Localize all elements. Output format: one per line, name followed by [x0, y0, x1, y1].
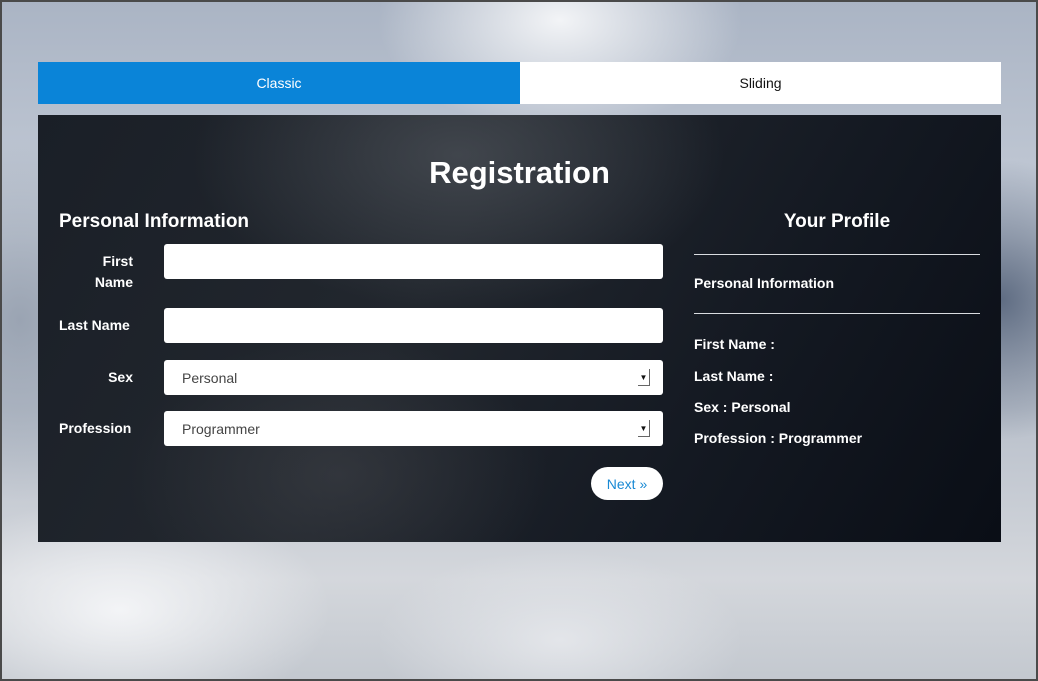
- personal-info-heading: Personal Information: [59, 211, 250, 232]
- profile-profession: Profession : Programmer: [694, 430, 863, 446]
- dropdown-arrow-icon: ▼: [638, 420, 650, 437]
- registration-panel: Registration Personal Information First …: [38, 115, 1001, 542]
- profession-select-value: Programmer: [182, 420, 260, 437]
- profession-select[interactable]: Programmer ▼: [164, 411, 663, 446]
- first-name-label-line1: First: [102, 253, 133, 269]
- profile-first-name: First Name :: [694, 336, 775, 352]
- last-name-input[interactable]: [164, 308, 663, 343]
- tab-bar: Classic Sliding: [38, 62, 1001, 104]
- first-name-input[interactable]: [164, 244, 663, 279]
- profile-divider: [694, 313, 980, 314]
- sex-label: Sex: [108, 369, 133, 385]
- tab-classic[interactable]: Classic: [38, 62, 520, 104]
- first-name-label-line2: Name: [94, 274, 133, 290]
- tab-sliding[interactable]: Sliding: [520, 62, 1001, 104]
- sex-select[interactable]: Personal ▼: [164, 360, 663, 395]
- dropdown-arrow-icon: ▼: [638, 369, 650, 386]
- first-name-label: First Name: [59, 251, 133, 293]
- last-name-label: Last Name: [59, 317, 130, 333]
- page-title: Registration: [429, 155, 610, 190]
- profile-last-name: Last Name :: [694, 368, 774, 384]
- profile-sex: Sex : Personal: [694, 399, 791, 415]
- sex-select-value: Personal: [182, 369, 238, 386]
- profile-section-heading: Personal Information: [694, 275, 835, 291]
- profession-label: Profession: [59, 420, 132, 436]
- next-button[interactable]: Next »: [591, 467, 663, 500]
- profile-title: Your Profile: [783, 211, 891, 232]
- profile-divider: [694, 254, 980, 255]
